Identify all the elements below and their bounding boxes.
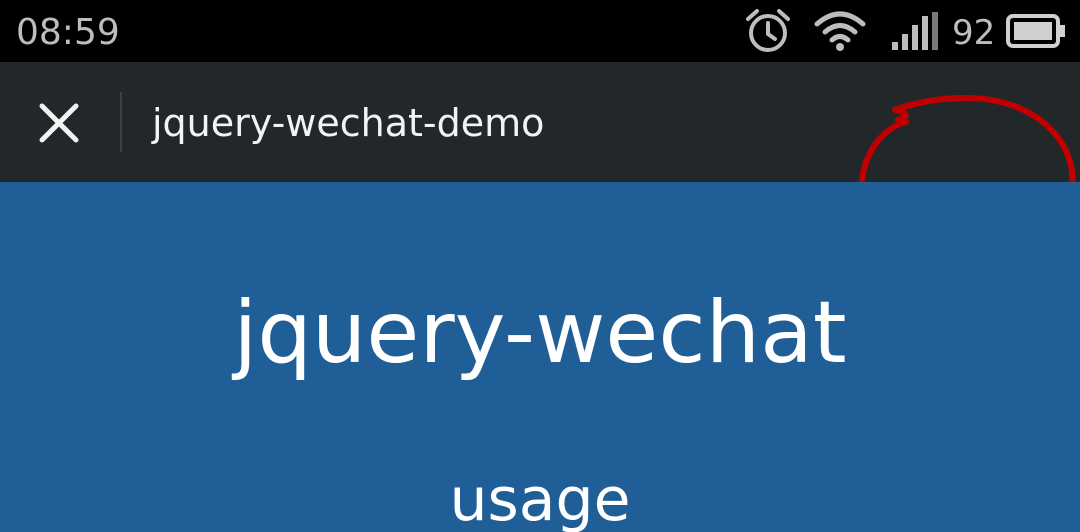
alarm-icon (746, 9, 790, 52)
close-icon[interactable] (28, 92, 90, 154)
status-time: 08:59 (16, 12, 120, 53)
usage-link[interactable]: usage (0, 462, 1080, 532)
top-bar: jquery-wechat-demo (0, 62, 1080, 274)
signal-icon (892, 12, 938, 50)
page-title: jquery-wechat-demo (152, 101, 545, 145)
wifi-icon (814, 11, 866, 51)
app-screen: 08:59 92 jquery-wechat-demo jquery-wecha… (0, 0, 1080, 532)
battery-icon (1006, 14, 1065, 48)
hero-title: jquery-wechat (233, 283, 847, 383)
content-area: jquery-wechat usage (0, 182, 1080, 532)
status-bar: 08:59 92 (0, 0, 1080, 62)
battery-level-text: 92 (952, 13, 996, 53)
divider (120, 92, 122, 152)
